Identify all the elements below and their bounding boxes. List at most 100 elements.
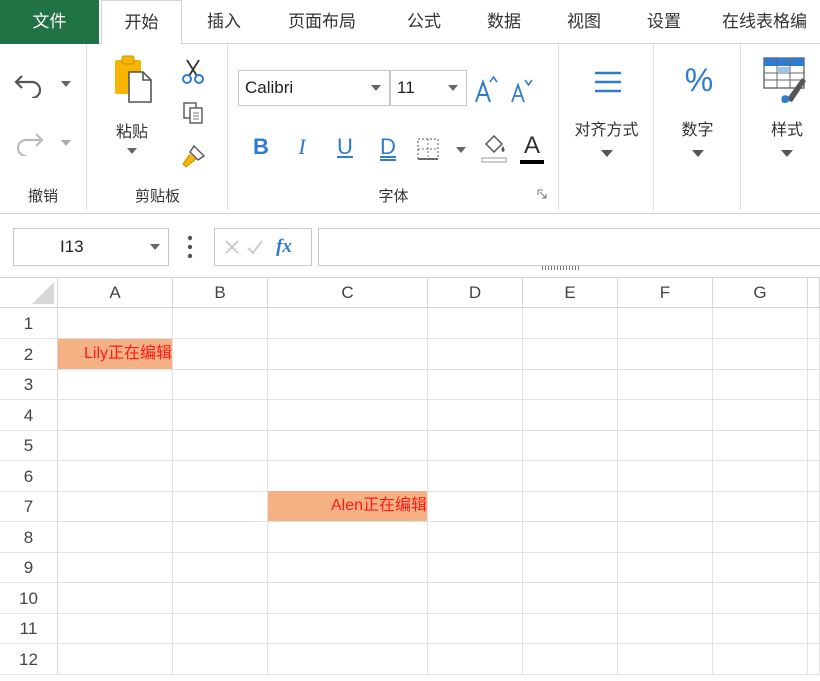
cell-a11[interactable] [58, 613, 173, 644]
name-box[interactable]: I13 [13, 228, 169, 266]
row-header-7[interactable]: 7 [0, 491, 58, 522]
cell-c3[interactable] [268, 369, 428, 400]
cell-e4[interactable] [523, 399, 618, 431]
cell-partial[interactable] [808, 582, 820, 614]
cell-g2[interactable] [713, 338, 808, 370]
column-header-b[interactable]: B [173, 278, 268, 308]
cell-g1[interactable] [713, 308, 808, 339]
cut-icon[interactable] [180, 58, 206, 84]
cell-g4[interactable] [713, 399, 808, 431]
cell-e1[interactable] [523, 308, 618, 339]
cell-a10[interactable] [58, 582, 173, 614]
undo-icon[interactable] [12, 70, 46, 100]
styles-label[interactable]: 样式 [742, 116, 820, 140]
paste-label[interactable]: 粘贴 [88, 118, 176, 142]
tab-online-sheet-editing[interactable]: 在线表格编 [722, 0, 820, 44]
bold-button[interactable]: B [246, 134, 276, 160]
cell-a2[interactable]: Lily正在编辑 [58, 338, 173, 370]
cell-e3[interactable] [523, 369, 618, 400]
cell-e10[interactable] [523, 582, 618, 614]
cell-a1[interactable] [58, 308, 173, 339]
cell-f8[interactable] [618, 521, 713, 553]
cell-f1[interactable] [618, 308, 713, 339]
cell-d4[interactable] [428, 399, 523, 431]
cell-f4[interactable] [618, 399, 713, 431]
font-dialog-launcher-icon[interactable] [536, 188, 548, 200]
cell-b9[interactable] [173, 552, 268, 583]
cell-e12[interactable] [523, 643, 618, 675]
cell-c11[interactable] [268, 613, 428, 644]
more-options-icon[interactable] [182, 232, 198, 262]
cell-f11[interactable] [618, 613, 713, 644]
styles-dropdown-icon[interactable] [781, 150, 793, 157]
cell-d8[interactable] [428, 521, 523, 553]
cell-d9[interactable] [428, 552, 523, 583]
row-header-8[interactable]: 8 [0, 521, 58, 553]
fill-color-icon[interactable] [480, 134, 508, 164]
undo-dropdown-icon[interactable] [61, 81, 71, 87]
tab-settings[interactable]: 设置 [628, 0, 700, 44]
cell-f7[interactable] [618, 491, 713, 522]
cell-c12[interactable] [268, 643, 428, 675]
cell-g12[interactable] [713, 643, 808, 675]
cell-b7[interactable] [173, 491, 268, 522]
cell-partial[interactable] [808, 521, 820, 553]
cell-c5[interactable] [268, 430, 428, 461]
cell-e8[interactable] [523, 521, 618, 553]
cell-e2[interactable] [523, 338, 618, 370]
cell-c2[interactable] [268, 338, 428, 370]
column-header-f[interactable]: F [618, 278, 713, 308]
redo-dropdown-icon[interactable] [61, 140, 71, 146]
column-header-d[interactable]: D [428, 278, 523, 308]
align-icon[interactable] [592, 68, 624, 96]
cell-d12[interactable] [428, 643, 523, 675]
font-name-select[interactable]: Calibri [238, 70, 390, 106]
font-size-dropdown-icon[interactable] [448, 85, 458, 91]
cell-f6[interactable] [618, 460, 713, 492]
cell-f3[interactable] [618, 369, 713, 400]
alignment-dropdown-icon[interactable] [601, 150, 613, 157]
alignment-label[interactable]: 对齐方式 [560, 116, 653, 140]
insert-function-icon[interactable]: fx [270, 233, 298, 261]
column-header-c[interactable]: C [268, 278, 428, 308]
formula-input[interactable] [318, 228, 820, 266]
cell-f10[interactable] [618, 582, 713, 614]
formula-bar-resize-handle[interactable] [542, 266, 580, 270]
cell-partial[interactable] [808, 308, 820, 339]
cell-c7[interactable]: Alen正在编辑 [268, 491, 428, 522]
tab-insert[interactable]: 插入 [188, 0, 260, 44]
row-header-10[interactable]: 10 [0, 582, 58, 614]
cell-g7[interactable] [713, 491, 808, 522]
cell-partial[interactable] [808, 643, 820, 675]
cell-b11[interactable] [173, 613, 268, 644]
border-dropdown-icon[interactable] [456, 147, 466, 153]
paste-dropdown-icon[interactable] [127, 148, 137, 154]
row-header-11[interactable]: 11 [0, 613, 58, 644]
cell-a3[interactable] [58, 369, 173, 400]
column-header-a[interactable]: A [58, 278, 173, 308]
cell-a9[interactable] [58, 552, 173, 583]
tab-view[interactable]: 视图 [548, 0, 620, 44]
number-dropdown-icon[interactable] [692, 150, 704, 157]
cell-g11[interactable] [713, 613, 808, 644]
cell-c1[interactable] [268, 308, 428, 339]
cell-partial[interactable] [808, 338, 820, 370]
format-painter-icon[interactable] [180, 142, 208, 170]
number-label[interactable]: 数字 [655, 116, 740, 140]
cell-partial[interactable] [808, 613, 820, 644]
cell-b2[interactable] [173, 338, 268, 370]
cell-f12[interactable] [618, 643, 713, 675]
font-name-dropdown-icon[interactable] [371, 85, 381, 91]
cell-c9[interactable] [268, 552, 428, 583]
cell-c8[interactable] [268, 521, 428, 553]
cell-b5[interactable] [173, 430, 268, 461]
row-header-9[interactable]: 9 [0, 552, 58, 583]
tab-formulas[interactable]: 公式 [388, 0, 460, 44]
cell-partial[interactable] [808, 430, 820, 461]
cell-a8[interactable] [58, 521, 173, 553]
column-header-g[interactable]: G [713, 278, 808, 308]
cell-a4[interactable] [58, 399, 173, 431]
cell-f2[interactable] [618, 338, 713, 370]
redo-icon[interactable] [12, 128, 46, 158]
cell-partial[interactable] [808, 460, 820, 492]
